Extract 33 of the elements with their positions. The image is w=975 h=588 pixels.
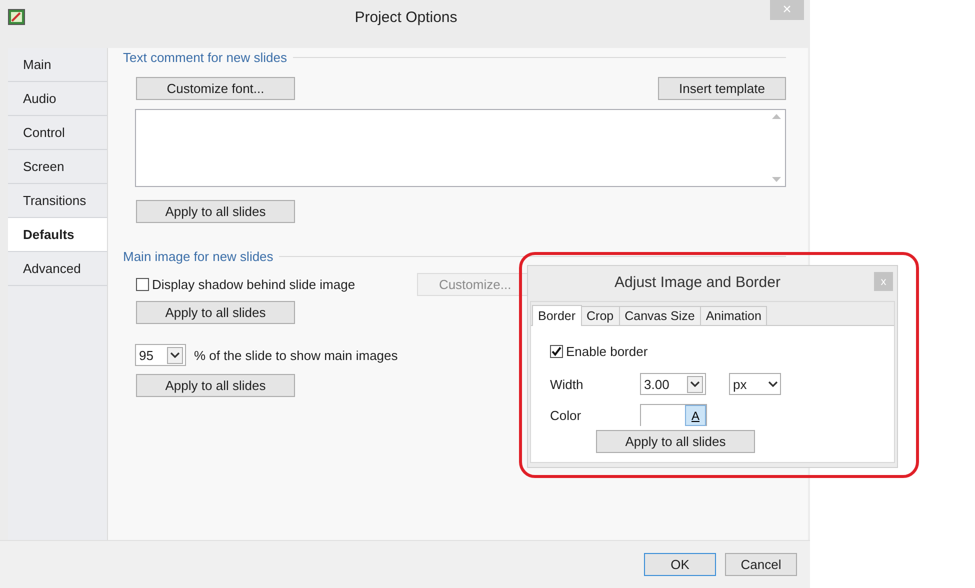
width-label: Width xyxy=(550,376,584,392)
dialog-button[interactable]: Cancel xyxy=(725,553,797,576)
app-icon xyxy=(8,9,25,25)
dialog-title: Adjust Image and Border xyxy=(614,274,782,290)
apply-button[interactable]: Apply to all slides xyxy=(596,430,755,453)
apply-button[interactable]: Apply to all slides xyxy=(136,200,295,223)
chevron-down-icon[interactable] xyxy=(768,381,778,387)
color-picker-button[interactable]: A xyxy=(685,405,706,426)
width-select[interactable]: 3.00 xyxy=(640,373,706,395)
dialog-tab[interactable]: Animation xyxy=(700,306,768,325)
percent-label: % of the slide to show main images xyxy=(194,348,398,362)
apply-button[interactable]: Apply to all slides xyxy=(136,301,295,324)
window-title: Project Options xyxy=(354,8,458,26)
dialog-tab[interactable]: Crop xyxy=(580,306,620,325)
dialog-button[interactable]: OK xyxy=(644,553,716,576)
insert-template-button[interactable]: Insert template xyxy=(658,77,786,100)
percent-select[interactable]: 95 xyxy=(135,344,186,366)
checkbox[interactable] xyxy=(136,278,149,291)
checkbox[interactable] xyxy=(550,345,563,358)
customize-font-button[interactable]: Customize font... xyxy=(136,77,295,100)
sidebar-tab[interactable]: Defaults xyxy=(8,218,108,252)
section-heading: Text comment for new slides xyxy=(123,50,288,65)
color-label: Color xyxy=(550,408,582,422)
section-heading: Main image for new slides xyxy=(123,249,274,264)
unit-select[interactable]: px xyxy=(729,373,781,395)
apply-button[interactable]: Apply to all slides xyxy=(136,374,295,397)
chevron-down-icon[interactable] xyxy=(170,352,180,358)
dialog-tab[interactable]: Border xyxy=(532,305,582,326)
dialog-tab[interactable]: Canvas Size xyxy=(618,306,701,325)
checkbox-label: Display shadow behind slide image xyxy=(152,277,356,292)
chevron-down-icon[interactable] xyxy=(690,381,700,387)
color-field[interactable]: A xyxy=(640,404,707,426)
checkbox-label: Enable border xyxy=(566,344,648,359)
